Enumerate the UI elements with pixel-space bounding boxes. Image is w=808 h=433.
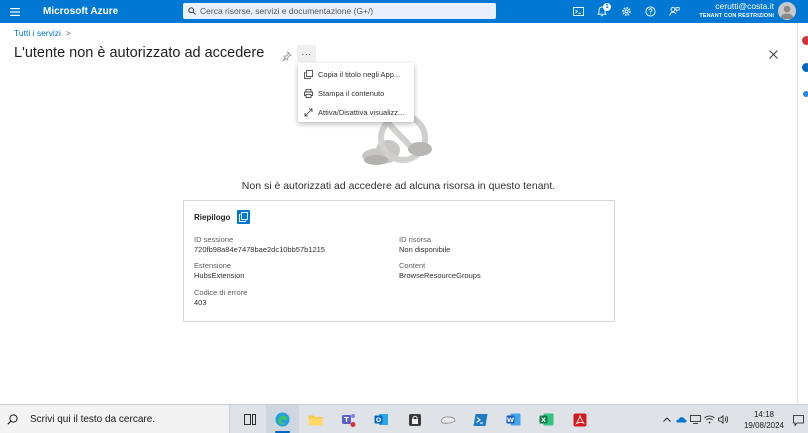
menu-item-toggle-view[interactable]: Attiva/Disattiva visualizz... [298, 103, 414, 122]
wifi-icon[interactable] [702, 405, 716, 433]
field-label: ID risorsa [399, 235, 432, 244]
session-id-field: ID sessione 720fb98a84e7478bae2dc10bb57b… [194, 235, 325, 255]
teams-icon[interactable]: T [332, 405, 365, 433]
search-icon [7, 414, 18, 425]
copy-icon [239, 212, 248, 222]
search-box[interactable] [183, 3, 496, 19]
breadcrumb: Tutti i servizi > [14, 28, 71, 38]
task-view-icon[interactable] [233, 405, 266, 433]
page-title: L'utente non è autorizzato ad accedere [14, 45, 265, 61]
taskbar-search-box[interactable]: Scrivi qui il testo da cercare. [0, 405, 230, 433]
resource-id-field: ID risorsa Non disponibile [399, 235, 450, 255]
taskbar-search-text: Scrivi qui il testo da cercare. [30, 414, 156, 425]
outlook-side-icon[interactable] [802, 63, 808, 72]
expand-icon [303, 108, 313, 118]
side-app-icon[interactable] [803, 91, 808, 97]
account-email: cerutti@costa.it [715, 1, 774, 11]
menu-item-label: Stampa il contenuto [318, 89, 385, 98]
session-id-value: 720fb98a84e7478bae2dc10bb57b1215 [194, 245, 325, 254]
field-label: Content [399, 261, 426, 270]
network-icon[interactable] [688, 405, 702, 433]
feedback-icon[interactable] [662, 0, 686, 23]
app-7-icon[interactable] [431, 405, 464, 433]
clock-date: 19/08/2024 [743, 421, 785, 430]
copy-summary-button[interactable] [237, 210, 250, 224]
menu-item-label: Attiva/Disattiva visualizz... [318, 108, 405, 117]
error-code-field: Codice di errore 403 [194, 288, 247, 308]
breadcrumb-separator: > [65, 28, 71, 38]
excel-icon[interactable]: X [530, 405, 563, 433]
copilot-icon[interactable] [802, 36, 808, 45]
extension-value: HubsExtension [194, 271, 245, 280]
svg-text:O: O [376, 416, 382, 424]
outlook-icon[interactable]: O [365, 405, 398, 433]
account-tenant: TENANT CON RESTRIZIONI [699, 12, 774, 19]
extension-field: Estensione HubsExtension [194, 261, 244, 281]
edge-icon[interactable] [266, 405, 299, 433]
svg-text:T: T [344, 416, 349, 424]
menu-item-copy-title[interactable]: Copia il titolo negli App... [298, 65, 414, 84]
unauthorized-illustration-icon [358, 113, 438, 170]
more-options-menu: Copia il titolo negli App... Stampa il c… [298, 63, 414, 122]
brand-title[interactable]: Microsoft Azure [43, 6, 173, 17]
system-tray [660, 405, 730, 433]
svg-text:X: X [541, 416, 546, 424]
top-bar: Microsoft Azure 1 cerutti@costa.it TENAN… [0, 0, 808, 23]
windows-taskbar: Scrivi qui il testo da cercare. T O W X … [0, 404, 808, 433]
side-panel-strip [797, 23, 808, 404]
menu-item-print[interactable]: Stampa il contenuto [298, 84, 414, 103]
action-center-icon[interactable] [793, 413, 804, 431]
settings-icon[interactable] [614, 0, 638, 23]
avatar[interactable] [778, 2, 796, 20]
account-info[interactable]: cerutti@costa.it TENANT CON RESTRIZIONI [699, 2, 774, 19]
help-icon[interactable] [638, 0, 662, 23]
close-icon[interactable] [766, 47, 780, 61]
content-value: BrowseResourceGroups [399, 271, 481, 280]
notification-badge: 1 [603, 3, 611, 11]
acrobat-icon[interactable] [563, 405, 596, 433]
unauthorized-message: Non si è autorizzati ad accedere ad alcu… [241, 180, 556, 192]
copy-icon [303, 70, 313, 80]
error-code-value: 403 [194, 298, 207, 307]
powershell-icon[interactable] [464, 405, 497, 433]
taskbar-clock[interactable]: 14:18 19/08/2024 [740, 409, 788, 431]
file-explorer-icon[interactable] [299, 405, 332, 433]
content-field: Content BrowseResourceGroups [399, 261, 481, 281]
pin-icon[interactable] [282, 48, 292, 66]
more-options-button[interactable]: ··· [297, 45, 316, 62]
summary-card: Riepilogo ID sessione 720fb98a84e7478bae… [183, 200, 615, 322]
chevron-up-icon[interactable] [660, 405, 674, 433]
cloud-shell-icon[interactable] [566, 0, 590, 23]
menu-item-label: Copia il titolo negli App... [318, 70, 401, 79]
volume-icon[interactable] [716, 405, 730, 433]
clock-time: 14:18 [753, 410, 775, 419]
onedrive-icon[interactable] [674, 405, 688, 433]
svg-text:W: W [507, 416, 514, 424]
field-label: Codice di errore [194, 288, 248, 297]
field-label: ID sessione [194, 235, 234, 244]
breadcrumb-all-services[interactable]: Tutti i servizi [14, 28, 61, 38]
search-input[interactable] [200, 6, 490, 16]
menu-icon[interactable] [0, 0, 30, 23]
notifications-icon[interactable]: 1 [590, 0, 614, 23]
keepass-icon[interactable] [398, 405, 431, 433]
word-icon[interactable]: W [497, 405, 530, 433]
search-icon [188, 7, 196, 15]
summary-title: Riepilogo [194, 213, 231, 222]
field-label: Estensione [194, 261, 232, 270]
resource-id-value: Non disponibile [399, 245, 451, 254]
print-icon [303, 89, 313, 99]
